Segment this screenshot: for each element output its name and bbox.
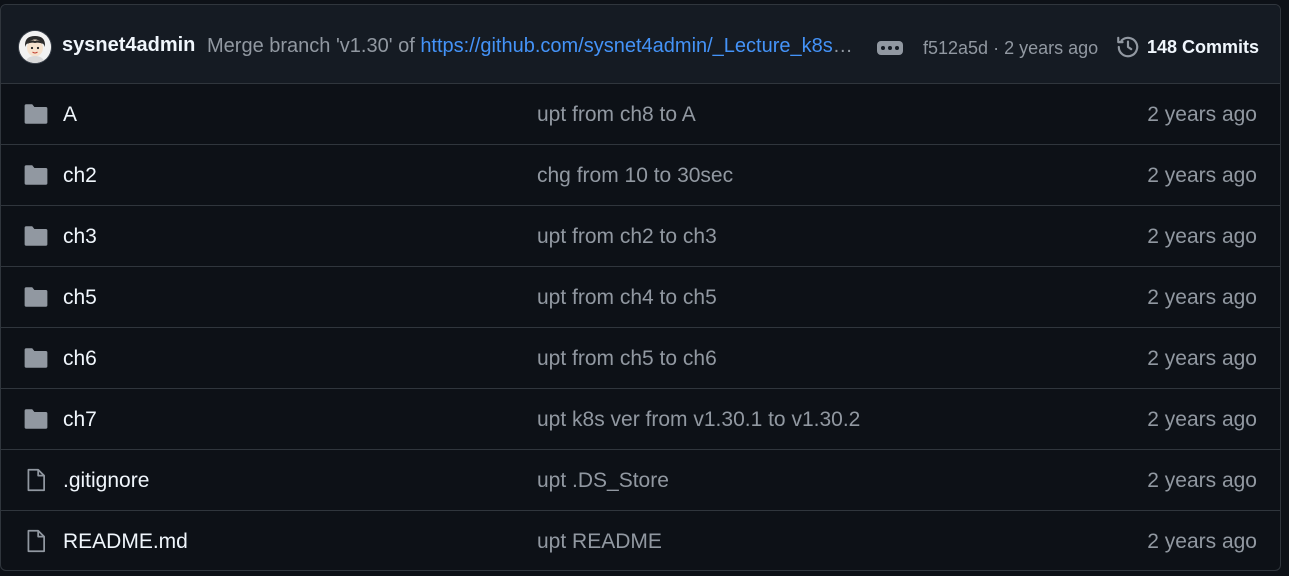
folder-icon [23,284,49,310]
file-browser: sysnet4admin Merge branch 'v1.30' of htt… [0,4,1281,571]
user-avatar-icon[interactable] [19,31,51,63]
commits-link[interactable]: 148 Commits [1115,33,1259,61]
commit-date: 2 years ago [1147,408,1257,431]
file-row[interactable]: README.md upt README 2 years ago [1,511,1280,570]
commit-message-link[interactable]: https://github.com/sysnet4admin/_Lecture… [420,35,855,57]
file-row[interactable]: ch2 chg from 10 to 30sec 2 years ago [1,145,1280,206]
file-name-link[interactable]: ch5 [63,285,97,310]
commit-message-link[interactable]: upt from ch2 to ch3 [537,224,717,249]
commits-label[interactable]: 148 Commits [1147,37,1259,58]
commit-date: 2 years ago [1147,530,1257,553]
file-name-link[interactable]: ch7 [63,407,97,432]
file-row[interactable]: ch6 upt from ch5 to ch6 2 years ago [1,328,1280,389]
history-icon [1117,36,1139,58]
file-icon [23,528,49,554]
commit-message-link[interactable]: upt from ch8 to A [537,102,696,127]
separator: · [993,38,1000,58]
commit-message-link[interactable]: upt from ch4 to ch5 [537,285,717,310]
file-list: Aupt from ch8 to A 2 years ago ch2 chg from… [1,84,1280,570]
commit-message-link[interactable]: upt .DS_Store [537,468,669,493]
commit-message-link[interactable]: chg from 10 to 30sec [537,163,733,188]
file-name-link[interactable]: ch2 [63,163,97,188]
commit-message-text[interactable]: Merge branch 'v1.30' of [207,35,420,57]
commit-date: 2 years ago [1147,225,1257,248]
commit-message-link[interactable]: upt from ch5 to ch6 [537,346,717,371]
file-name-link[interactable]: README.md [63,529,188,554]
file-icon [23,467,49,493]
file-row[interactable]: ch3 upt from ch2 to ch3 2 years ago [1,206,1280,267]
folder-icon [23,162,49,188]
file-name-link[interactable]: A [63,102,77,127]
commit-date: 2 years ago [1147,103,1257,126]
commit-message-link[interactable]: upt README [537,529,662,554]
folder-icon [23,101,49,127]
folder-icon [23,223,49,249]
commit-sha[interactable]: f512a5d [923,38,988,58]
commit-date: 2 years ago [1147,286,1257,309]
file-row[interactable]: ch5 upt from ch4 to ch5 2 years ago [1,267,1280,328]
commit-sha-time: f512a5d · 2 years ago [923,37,1098,59]
commit-date: 2 years ago [1147,164,1257,187]
commit-message-link[interactable]: upt k8s ver from v1.30.1 to v1.30.2 [537,407,860,432]
file-row[interactable]: .gitignore upt .DS_Store 2 years ago [1,450,1280,511]
commit-time: 2 years ago [1004,38,1099,58]
file-row[interactable]: ch7 upt k8s ver from v1.30.1 to v1.30.2 2 … [1,389,1280,450]
folder-icon [23,406,49,432]
commit-date: 2 years ago [1147,347,1257,370]
latest-commit-header: sysnet4admin Merge branch 'v1.30' of htt… [1,5,1280,84]
file-name-link[interactable]: .gitignore [63,468,149,493]
folder-icon [23,345,49,371]
commit-date: 2 years ago [1147,469,1257,492]
commit-message[interactable]: Merge branch 'v1.30' of https://github.c… [207,34,855,58]
file-row[interactable]: Aupt from ch8 to A 2 years ago [1,84,1280,145]
file-name-link[interactable]: ch3 [63,224,97,249]
file-name-link[interactable]: ch6 [63,346,97,371]
commit-author[interactable]: sysnet4admin [62,33,195,57]
ellipsis-icon[interactable] [877,41,903,55]
